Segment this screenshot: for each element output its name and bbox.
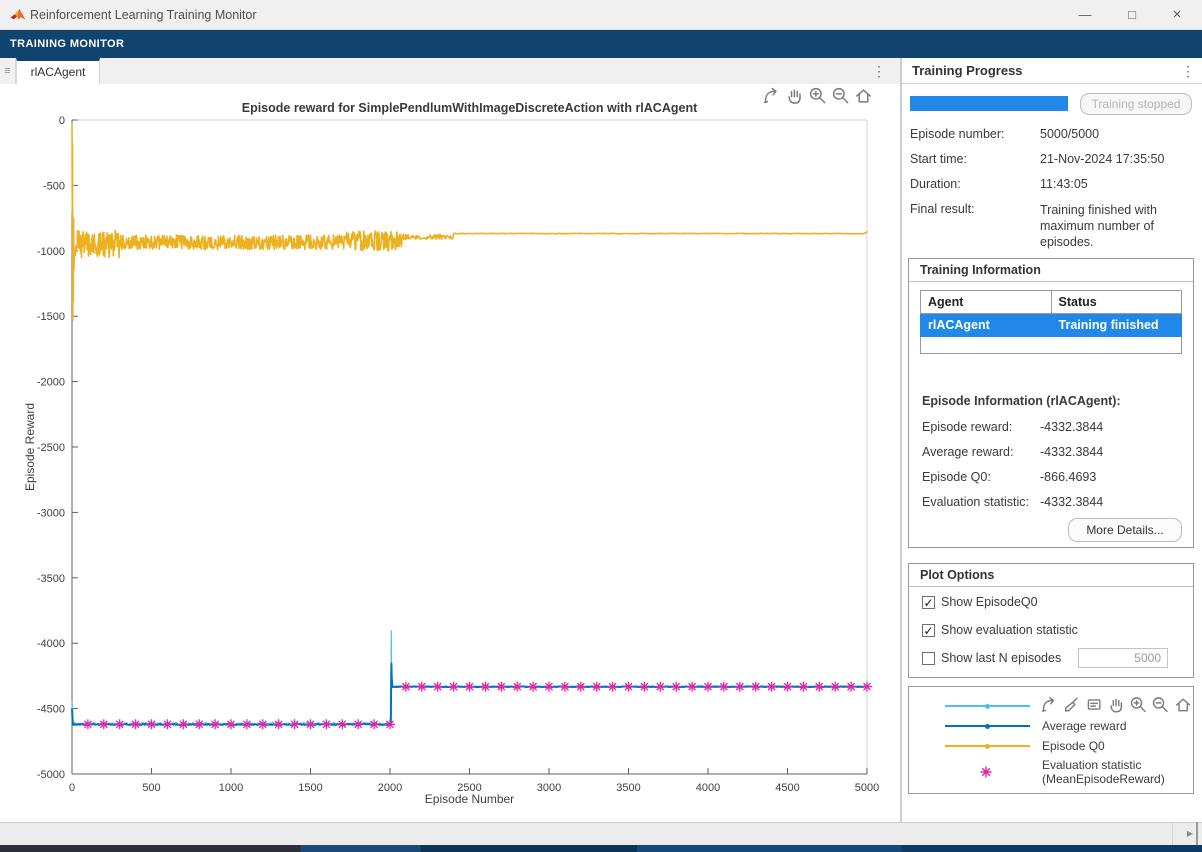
agent-cell[interactable]: rlACAgent bbox=[921, 314, 1052, 337]
taskbar-strip bbox=[0, 845, 1202, 852]
ribbon-bar: TRAINING MONITOR bbox=[0, 30, 1202, 58]
svg-text:-3500: -3500 bbox=[37, 573, 65, 585]
window-titlebar: Reinforcement Learning Training Monitor … bbox=[0, 0, 1202, 30]
svg-text:-500: -500 bbox=[43, 180, 65, 192]
zoom-out-icon[interactable] bbox=[831, 86, 850, 105]
plot-options-title: Plot Options bbox=[909, 564, 1193, 587]
expand-panel-icon[interactable]: ▶ bbox=[1184, 822, 1198, 845]
training-progress-menu-icon[interactable]: ⋮ bbox=[1180, 58, 1196, 84]
table-row[interactable]: rlACAgent Training finished bbox=[921, 314, 1182, 337]
zoom-in-icon[interactable] bbox=[808, 86, 827, 105]
status-bar-divider bbox=[1172, 823, 1173, 845]
home-icon[interactable] bbox=[854, 86, 873, 105]
svg-text:-4000: -4000 bbox=[37, 638, 65, 650]
n-episodes-input[interactable]: 5000 bbox=[1078, 648, 1168, 668]
show-last-n-episodes-label: Show last N episodes bbox=[941, 651, 1061, 665]
show-evaluation-statistic-checkbox[interactable]: ✓ bbox=[922, 624, 935, 637]
episode-number-value: 5000/5000 bbox=[1040, 127, 1099, 141]
zoom-out-icon[interactable] bbox=[1151, 695, 1169, 714]
legend-label-evaluation-statistic[interactable]: Evaluation statistic (MeanEpisodeReward) bbox=[1042, 758, 1182, 786]
legend-line-average-reward[interactable] bbox=[945, 725, 1030, 727]
average-reward-value: -4332.3844 bbox=[1040, 445, 1103, 459]
chart-xlabel: Episode Number bbox=[72, 792, 867, 806]
show-last-n-episodes-checkbox[interactable] bbox=[922, 652, 935, 665]
episode-information-title: Episode Information (rlACAgent): bbox=[922, 394, 1121, 408]
status-cell[interactable]: Training finished bbox=[1051, 314, 1181, 337]
matlab-logo-icon bbox=[10, 8, 26, 22]
svg-text:-3000: -3000 bbox=[37, 507, 65, 519]
table-empty-row bbox=[921, 337, 1182, 354]
agents-table-header: Agent Status bbox=[921, 291, 1182, 314]
legend-line-episode-reward[interactable] bbox=[945, 705, 1030, 707]
duration-label: Duration: bbox=[910, 177, 961, 191]
axes-toolbar bbox=[762, 86, 873, 105]
legend-label-episode-q0[interactable]: Episode Q0 bbox=[1042, 739, 1105, 753]
svg-text:-5000: -5000 bbox=[37, 769, 65, 781]
tabstrip-handle-icon[interactable]: ≡ bbox=[0, 58, 16, 84]
export-icon[interactable] bbox=[1040, 695, 1058, 714]
legend-asterisk-marker[interactable] bbox=[978, 764, 994, 780]
show-episodeq0-label: Show EpisodeQ0 bbox=[941, 595, 1038, 609]
svg-text:-2000: -2000 bbox=[37, 377, 65, 389]
ribbon-tab-training-monitor[interactable]: TRAINING MONITOR bbox=[10, 30, 124, 58]
pan-icon[interactable] bbox=[1107, 695, 1125, 714]
final-result-label: Final result: bbox=[910, 202, 975, 216]
brush-icon[interactable] bbox=[1062, 695, 1080, 714]
document-panel-menu-icon[interactable]: ⋮ bbox=[871, 58, 887, 84]
window-title: Reinforcement Learning Training Monitor bbox=[30, 0, 257, 30]
episode-number-label: Episode number: bbox=[910, 127, 1005, 141]
status-column-header: Status bbox=[1051, 291, 1181, 314]
svg-text:0: 0 bbox=[59, 115, 65, 127]
training-progress-bar bbox=[910, 96, 1068, 111]
home-icon[interactable] bbox=[1174, 695, 1192, 714]
pan-icon[interactable] bbox=[785, 86, 804, 105]
episode-q0-label: Episode Q0: bbox=[922, 470, 991, 484]
zoom-in-icon[interactable] bbox=[1129, 695, 1147, 714]
episode-q0-value: -866.4693 bbox=[1040, 470, 1096, 484]
svg-text:-1000: -1000 bbox=[37, 246, 65, 258]
close-button[interactable]: × bbox=[1158, 0, 1196, 30]
minimize-button[interactable]: — bbox=[1066, 0, 1104, 30]
episode-reward-chart[interactable]: 0500100015002000250030003500400045005000… bbox=[0, 84, 900, 822]
episode-reward-value: -4332.3844 bbox=[1040, 420, 1103, 434]
legend-line-episode-q0[interactable] bbox=[945, 745, 1030, 747]
duration-value: 11:43:05 bbox=[1040, 177, 1088, 191]
training-information-title: Training Information bbox=[909, 259, 1193, 282]
svg-text:-1500: -1500 bbox=[37, 311, 65, 323]
show-evaluation-statistic-label: Show evaluation statistic bbox=[941, 623, 1078, 637]
chart-ylabel: Episode Reward bbox=[23, 403, 37, 491]
legend-axes-toolbar bbox=[1040, 692, 1192, 716]
legend-label-average-reward[interactable]: Average reward bbox=[1042, 719, 1127, 733]
start-time-label: Start time: bbox=[910, 152, 967, 166]
evaluation-statistic-label: Evaluation statistic: bbox=[922, 495, 1029, 509]
agent-column-header: Agent bbox=[921, 291, 1052, 314]
evaluation-statistic-value: -4332.3844 bbox=[1040, 495, 1103, 509]
chart-panel: 0500100015002000250030003500400045005000… bbox=[0, 84, 900, 822]
more-details-button[interactable]: More Details... bbox=[1068, 518, 1182, 542]
agents-table: Agent Status rlACAgent Training finished bbox=[920, 290, 1182, 354]
document-tabstrip bbox=[0, 58, 900, 84]
maximize-button[interactable]: □ bbox=[1113, 0, 1151, 30]
training-stopped-button[interactable]: Training stopped bbox=[1080, 93, 1192, 115]
chart-title: Episode reward for SimplePendlumWithImag… bbox=[72, 101, 867, 115]
training-progress-header: Training Progress bbox=[902, 58, 1202, 84]
tab-rlacagent[interactable]: rlACAgent bbox=[16, 58, 100, 84]
episode-reward-label: Episode reward: bbox=[922, 420, 1012, 434]
status-bar bbox=[0, 822, 1202, 845]
export-icon[interactable] bbox=[762, 86, 781, 105]
training-progress-title: Training Progress bbox=[912, 58, 1023, 84]
average-reward-label: Average reward: bbox=[922, 445, 1014, 459]
app-window: Reinforcement Learning Training Monitor … bbox=[0, 0, 1202, 852]
svg-text:-4500: -4500 bbox=[37, 704, 65, 716]
datatip-icon[interactable] bbox=[1085, 695, 1103, 714]
start-time-value: 21-Nov-2024 17:35:50 bbox=[1040, 152, 1164, 166]
show-episodeq0-checkbox[interactable]: ✓ bbox=[922, 596, 935, 609]
final-result-value: Training finished with maximum number of… bbox=[1040, 202, 1192, 250]
svg-text:-2500: -2500 bbox=[37, 442, 65, 454]
